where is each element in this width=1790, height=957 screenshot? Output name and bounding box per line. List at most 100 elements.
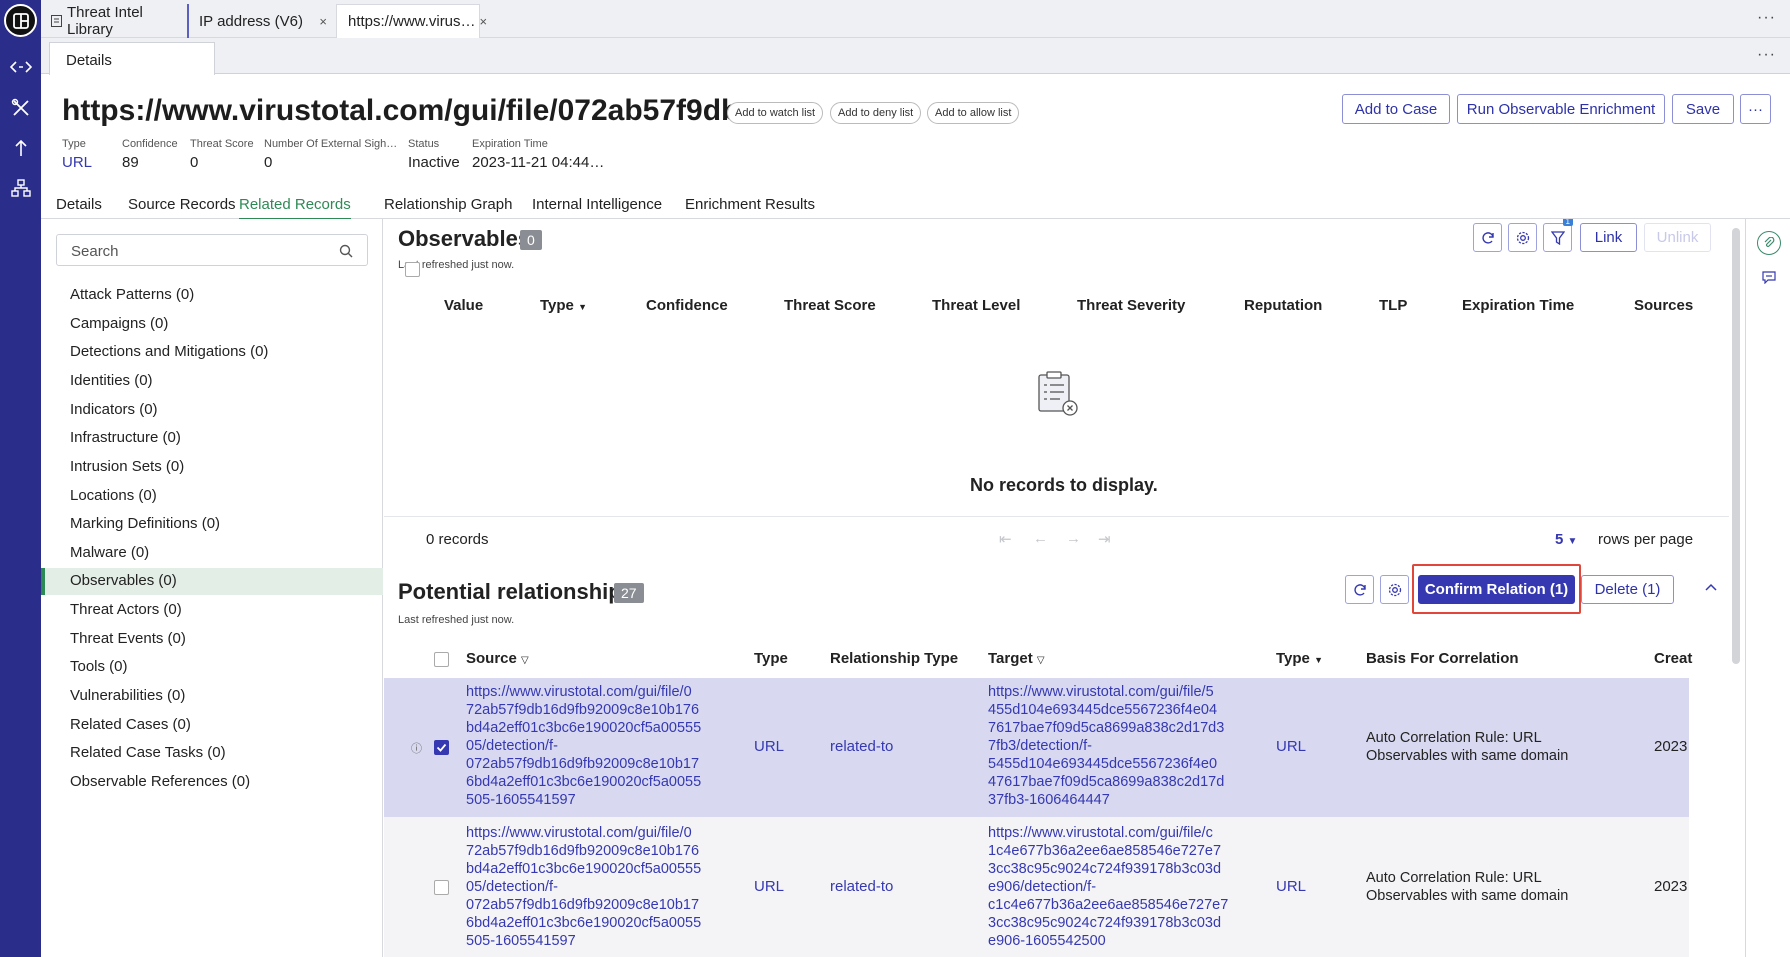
relationship-type[interactable]: related-to [830, 878, 893, 895]
close-icon[interactable]: × [319, 14, 327, 29]
select-all-checkbox[interactable] [434, 652, 449, 667]
column-type[interactable]: Type ▼ [540, 297, 587, 314]
rows-per-page-select[interactable]: 5 ▼ [1555, 531, 1577, 548]
upload-arrow-icon[interactable] [0, 133, 41, 163]
tab-relationship-graph[interactable]: Relationship Graph [384, 196, 512, 213]
window-more-icon[interactable]: ··· [1757, 9, 1776, 27]
column-source[interactable]: Source ▽ [466, 650, 529, 667]
search-input[interactable]: Search [56, 234, 368, 266]
app-logo-icon[interactable] [4, 4, 37, 37]
column-confidence[interactable]: Confidence [646, 297, 728, 314]
sidebar-item-related-cases[interactable]: Related Cases (0) [41, 712, 383, 739]
first-page-icon[interactable]: ⇤ [999, 530, 1012, 548]
hierarchy-icon[interactable] [0, 173, 41, 203]
filter-icon[interactable]: ▽ [521, 655, 529, 666]
unlink-button[interactable]: Unlink [1644, 223, 1711, 252]
column-tlp[interactable]: TLP [1379, 297, 1407, 314]
column-expiration-time[interactable]: Expiration Time [1462, 297, 1574, 314]
table-row[interactable]: ⓘ https://www.virustotal.com/gui/file/0 … [384, 678, 1689, 817]
save-button[interactable]: Save [1672, 94, 1734, 124]
sidebar-item-locations[interactable]: Locations (0) [41, 483, 383, 510]
sidebar-item-malware[interactable]: Malware (0) [41, 540, 383, 567]
source-type[interactable]: URL [754, 738, 784, 755]
add-to-deny-list-button[interactable]: Add to deny list [830, 102, 922, 124]
sidebar-item-related-case-tasks[interactable]: Related Case Tasks (0) [41, 740, 383, 767]
target-link[interactable]: https://www.virustotal.com/gui/file/5 45… [988, 683, 1224, 809]
tab-threat-intel-library[interactable]: Threat Intel Library [47, 4, 187, 38]
sidebar-item-infrastructure[interactable]: Infrastructure (0) [41, 425, 383, 452]
add-to-watch-list-button[interactable]: Add to watch list [727, 102, 824, 124]
subtab-details[interactable]: Details [49, 42, 215, 75]
column-basis-for-correlation[interactable]: Basis For Correlation [1366, 650, 1519, 667]
tab-virustotal-url[interactable]: https://www.virus… × [336, 4, 487, 38]
sidebar-item-marking-definitions[interactable]: Marking Definitions (0) [41, 511, 383, 538]
vertical-scrollbar[interactable] [1732, 228, 1740, 664]
column-reputation[interactable]: Reputation [1244, 297, 1322, 314]
tools-icon[interactable] [0, 93, 41, 123]
target-link[interactable]: https://www.virustotal.com/gui/file/c 1c… [988, 824, 1228, 950]
next-page-icon[interactable]: → [1066, 530, 1081, 547]
column-sources[interactable]: Sources [1634, 297, 1693, 314]
subtab-more-icon[interactable]: ··· [1757, 46, 1776, 64]
sidebar-item-tools[interactable]: Tools (0) [41, 654, 383, 681]
code-arrows-icon[interactable] [0, 52, 41, 82]
prev-page-icon[interactable]: ← [1033, 530, 1048, 547]
relationship-type[interactable]: related-to [830, 738, 893, 755]
column-relationship-type[interactable]: Relationship Type [830, 650, 958, 667]
comment-icon[interactable] [1762, 271, 1776, 288]
collapse-chevron-icon[interactable] [1704, 579, 1718, 596]
tab-internal-intelligence[interactable]: Internal Intelligence [532, 196, 662, 213]
add-to-case-button[interactable]: Add to Case [1342, 94, 1450, 124]
sidebar-item-indicators[interactable]: Indicators (0) [41, 397, 383, 424]
column-created[interactable]: Creat [1654, 650, 1692, 667]
sort-down-icon[interactable]: ▼ [1314, 655, 1323, 665]
sidebar-item-campaigns[interactable]: Campaigns (0) [41, 311, 383, 338]
row-checkbox[interactable] [434, 740, 449, 755]
sidebar-item-intrusion-sets[interactable]: Intrusion Sets (0) [41, 454, 383, 481]
sort-down-icon[interactable]: ▼ [578, 302, 587, 312]
column-target-type[interactable]: Type ▼ [1276, 650, 1323, 667]
info-icon[interactable]: ⓘ [411, 740, 422, 756]
row-checkbox[interactable] [434, 880, 449, 895]
refresh-icon[interactable] [1345, 575, 1374, 604]
column-threat-level[interactable]: Threat Level [932, 297, 1020, 314]
source-link[interactable]: https://www.virustotal.com/gui/file/0 72… [466, 824, 701, 950]
attachment-icon[interactable] [1757, 231, 1781, 255]
target-type[interactable]: URL [1276, 738, 1306, 755]
delete-button[interactable]: Delete (1) [1581, 575, 1674, 604]
table-row[interactable]: https://www.virustotal.com/gui/file/0 72… [384, 817, 1689, 957]
source-link[interactable]: https://www.virustotal.com/gui/file/0 72… [466, 683, 701, 809]
tab-enrichment-results[interactable]: Enrichment Results [685, 196, 815, 213]
settings-gear-icon[interactable] [1380, 575, 1409, 604]
header-more-button[interactable]: ··· [1740, 94, 1771, 124]
refresh-icon[interactable] [1473, 223, 1502, 252]
sidebar-item-identities[interactable]: Identities (0) [41, 368, 383, 395]
column-threat-severity[interactable]: Threat Severity [1077, 297, 1185, 314]
add-to-allow-list-button[interactable]: Add to allow list [927, 102, 1020, 124]
tab-related-records[interactable]: Related Records [239, 196, 351, 220]
tab-ip-address-v6[interactable]: IP address (V6) × [187, 4, 335, 38]
sidebar-item-detections[interactable]: Detections and Mitigations (0) [41, 339, 383, 366]
run-enrichment-button[interactable]: Run Observable Enrichment [1457, 94, 1665, 124]
settings-gear-icon[interactable] [1508, 223, 1537, 252]
search-icon[interactable] [339, 244, 353, 262]
target-type[interactable]: URL [1276, 878, 1306, 895]
select-all-checkbox[interactable] [405, 262, 420, 277]
sidebar-item-threat-actors[interactable]: Threat Actors (0) [41, 597, 383, 624]
column-type[interactable]: Type [754, 650, 788, 667]
column-target[interactable]: Target ▽ [988, 650, 1045, 667]
source-type[interactable]: URL [754, 878, 784, 895]
sidebar-item-observables[interactable]: Observables (0) [41, 568, 383, 595]
sidebar-item-threat-events[interactable]: Threat Events (0) [41, 626, 383, 653]
tab-source-records[interactable]: Source Records [128, 196, 236, 213]
tab-details[interactable]: Details [56, 196, 102, 213]
link-button[interactable]: Link [1580, 223, 1637, 252]
sidebar-item-observable-references[interactable]: Observable References (0) [41, 769, 383, 796]
filter-icon[interactable]: 1 [1543, 219, 1573, 252]
sidebar-item-attack-patterns[interactable]: Attack Patterns (0) [41, 282, 383, 309]
last-page-icon[interactable]: ⇥ [1098, 530, 1111, 548]
close-icon[interactable]: × [480, 14, 488, 29]
column-value[interactable]: Value [444, 297, 483, 314]
sidebar-item-vulnerabilities[interactable]: Vulnerabilities (0) [41, 683, 383, 710]
filter-icon[interactable]: ▽ [1037, 655, 1045, 666]
